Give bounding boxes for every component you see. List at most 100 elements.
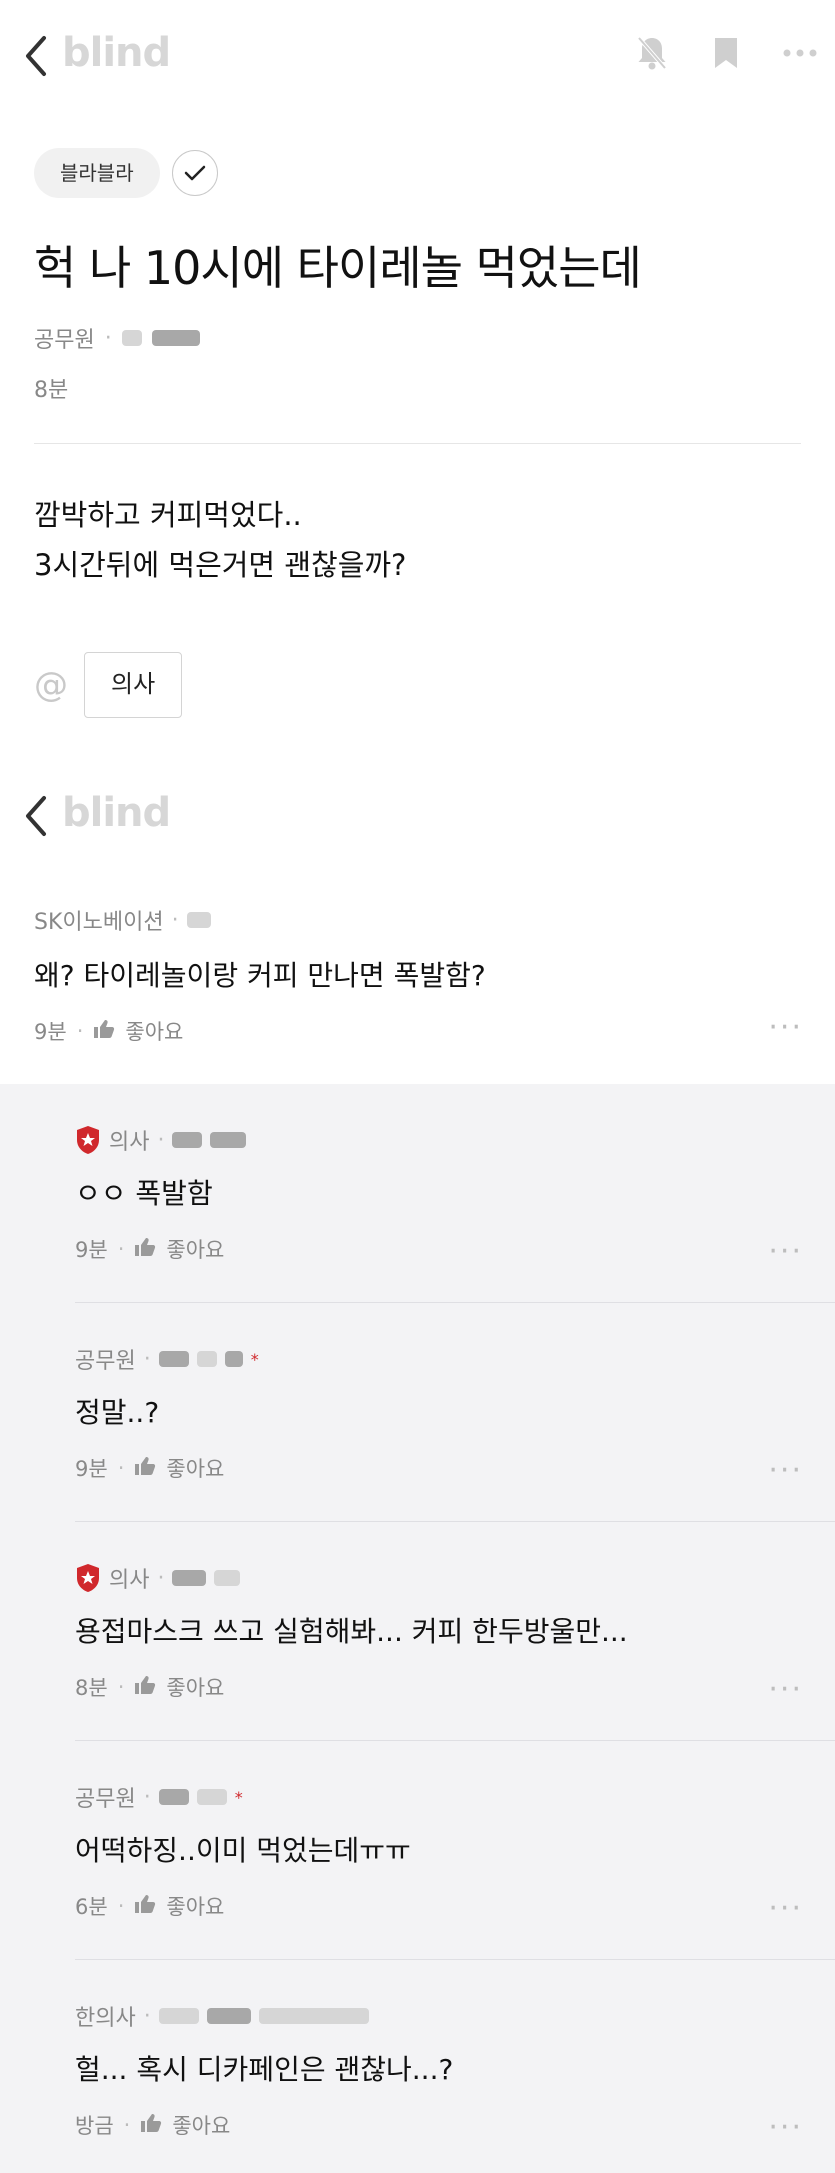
separator-dot: · [117, 1237, 125, 1261]
author-company: 공무원 [75, 1787, 136, 1812]
reply-item: 의사 · ㅇㅇ 폭발함 9분 · 좋아요 ··· [75, 1084, 835, 1303]
separator-dot: · [143, 1346, 151, 1372]
bookmark-icon[interactable] [713, 36, 739, 70]
reply-meta: 9분 · 좋아요 [75, 1234, 224, 1264]
redacted-nickname [206, 2008, 251, 2024]
redacted-nickname [210, 1132, 247, 1148]
comment-time: 9분 [34, 1020, 67, 1044]
back-chevron-icon[interactable] [22, 34, 52, 78]
thumbs-up-icon[interactable] [134, 1237, 156, 1262]
separator-dot: · [104, 325, 112, 351]
top-bar: blind [0, 0, 835, 112]
post-body-line: 깜박하고 커피먹었다.. [34, 498, 302, 532]
more-icon[interactable] [783, 48, 817, 58]
reply-meta: 9분 · 좋아요 [75, 1453, 224, 1483]
secondary-header: blind [0, 780, 835, 850]
author-company: 공무원 [34, 328, 95, 353]
reply-item: 한의사 · 헐... 혹시 디카페인은 괜찮나...? 방금 · 좋아요 ··· [75, 1960, 835, 2173]
more-icon[interactable]: ··· [768, 1891, 803, 1926]
more-icon[interactable]: ··· [768, 2110, 803, 2145]
like-button[interactable]: 좋아요 [125, 1016, 183, 1046]
redacted-nickname [158, 1351, 189, 1367]
app-logo[interactable]: blind [62, 790, 171, 836]
reply-time: 9분 [75, 1238, 108, 1262]
mention-tag-button[interactable]: 의사 [84, 652, 183, 718]
reply-time: 9분 [75, 1457, 108, 1481]
more-icon[interactable]: ··· [768, 1453, 803, 1488]
more-icon[interactable]: ··· [768, 1672, 803, 1707]
thumbs-up-icon[interactable] [93, 1019, 115, 1044]
back-chevron-icon[interactable] [22, 794, 52, 838]
thumbs-up-icon[interactable] [134, 1675, 156, 1700]
verified-star-icon: * [234, 1787, 243, 1807]
redacted-nickname [196, 1351, 217, 1367]
separator-dot: · [117, 1675, 125, 1699]
reply-meta: 8분 · 좋아요 [75, 1672, 224, 1702]
comment: SK이노베이션 · 왜? 타이레놀이랑 커피 만나면 폭발함? 9분 · 좋아요… [0, 890, 835, 1084]
doctor-badge-icon [77, 1126, 99, 1154]
post-body: 깜박하고 커피먹었다.. 3시간뒤에 먹은거면 괜찮을까? [34, 490, 406, 590]
author-company: SK이노베이션 [34, 910, 164, 935]
post-author[interactable]: 공무원 · [34, 322, 200, 354]
redacted-nickname [151, 330, 200, 346]
reply-text: ㅇㅇ 폭발함 [75, 1177, 213, 1210]
post-title: 헉 나 10시에 타이레놀 먹었는데 [34, 241, 642, 295]
separator-dot: · [171, 907, 179, 933]
thumbs-up-icon[interactable] [134, 1456, 156, 1481]
more-icon[interactable]: ··· [768, 1234, 803, 1269]
post-body-line: 3시간뒤에 먹은거면 괜찮을까? [34, 548, 407, 582]
mention-row: @ 의사 [34, 652, 183, 718]
follow-check-button[interactable] [171, 150, 218, 196]
thumbs-up-icon[interactable] [134, 1894, 156, 1919]
doctor-badge-icon [77, 1564, 99, 1592]
separator-dot: · [123, 2113, 131, 2137]
author-company: 한의사 [75, 2006, 136, 2031]
redacted-nickname [121, 330, 142, 346]
channel-row: 블라블라 [34, 148, 218, 198]
app-logo[interactable]: blind [62, 30, 171, 76]
redacted-nickname [172, 1132, 203, 1148]
separator-dot: · [76, 1019, 84, 1043]
comment-author[interactable]: SK이노베이션 · [34, 904, 486, 936]
reply-author[interactable]: 공무원 · * [75, 1343, 259, 1375]
bell-off-icon[interactable] [635, 34, 669, 72]
author-company: 의사 [109, 1568, 150, 1593]
post-time: 8분 [34, 378, 69, 403]
reply-text: 용접마스크 쓰고 실험해봐... 커피 한두방울만... [75, 1615, 628, 1648]
separator-dot: · [157, 1565, 165, 1591]
reply-text: 헐... 혹시 디카페인은 괜찮나...? [75, 2053, 454, 2086]
like-button[interactable]: 좋아요 [172, 2110, 230, 2140]
like-button[interactable]: 좋아요 [166, 1234, 224, 1264]
more-icon[interactable]: ··· [768, 1010, 803, 1045]
reply-time: 6분 [75, 1895, 108, 1919]
reply-author[interactable]: 한의사 · [75, 2000, 369, 2032]
like-button[interactable]: 좋아요 [166, 1453, 224, 1483]
comment-text: 왜? 타이레놀이랑 커피 만나면 폭발함? [34, 959, 486, 992]
reply-author[interactable]: 공무원 · * [75, 1781, 243, 1813]
verified-star-icon: * [250, 1349, 259, 1369]
redacted-nickname [214, 1570, 241, 1586]
reply-text: 정말..? [75, 1396, 160, 1429]
separator-dot: · [117, 1894, 125, 1918]
redacted-nickname [186, 912, 211, 928]
divider [34, 443, 801, 444]
at-icon: @ [34, 665, 68, 705]
separator-dot: · [143, 2003, 151, 2029]
thumbs-up-icon[interactable] [140, 2113, 162, 2138]
redacted-nickname [158, 2008, 199, 2024]
separator-dot: · [143, 1784, 151, 1810]
author-company: 공무원 [75, 1349, 136, 1374]
channel-chip[interactable]: 블라블라 [34, 148, 160, 198]
reply-time: 8분 [75, 1676, 108, 1700]
redacted-nickname [258, 2008, 369, 2024]
like-button[interactable]: 좋아요 [166, 1672, 224, 1702]
redacted-nickname [224, 1351, 243, 1367]
reply-meta: 방금 · 좋아요 [75, 2110, 230, 2140]
reply-item: 공무원 · * 정말..? 9분 · 좋아요 ··· [75, 1303, 835, 1522]
comment-meta: 9분 · 좋아요 [34, 1016, 486, 1046]
reply-list: 의사 · ㅇㅇ 폭발함 9분 · 좋아요 ··· 공무원 · * 정말..? 9… [0, 1084, 835, 2173]
reply-author[interactable]: 의사 · [75, 1124, 247, 1156]
like-button[interactable]: 좋아요 [166, 1891, 224, 1921]
reply-author[interactable]: 의사 · [75, 1562, 241, 1594]
reply-time: 방금 [75, 2114, 114, 2138]
